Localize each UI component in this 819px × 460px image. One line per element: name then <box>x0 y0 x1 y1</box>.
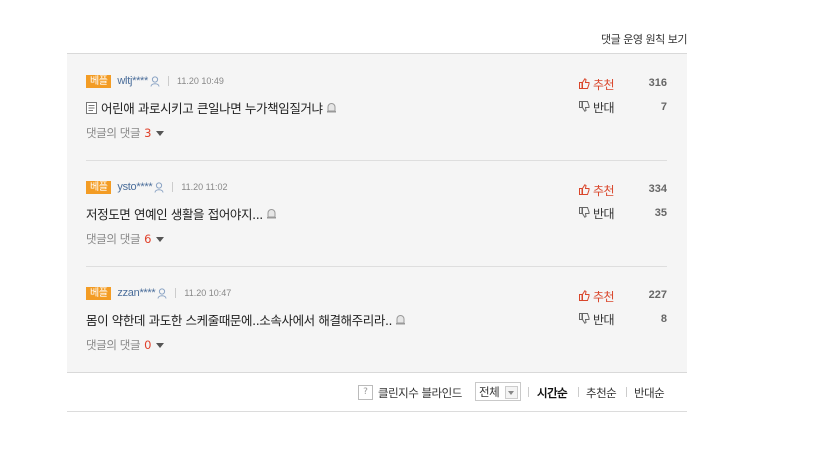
comment-time: 11.20 11:02 <box>181 182 228 192</box>
document-icon <box>86 101 97 114</box>
comment-item: 베플 wltj**** 11.20 10:49 어린애 과로시키고 큰일나면 누… <box>86 54 667 160</box>
thumbs-up-icon <box>579 183 590 198</box>
thumbs-down-icon <box>579 206 590 221</box>
oppose-button[interactable]: 반대 <box>579 99 615 116</box>
oppose-label: 반대 <box>593 313 615 327</box>
user-profile-icon[interactable] <box>150 72 160 91</box>
clean-blind-label: 클린지수 블라인드 <box>378 386 462 400</box>
recommend-count: 316 <box>648 77 667 89</box>
comment-text: 몸이 약한데 과도한 스케줄때문에..소속사에서 해결해주리라.. <box>86 313 393 328</box>
comment-toolbar: ? 클린지수 블라인드 전체 시간순 추천순 반대순 <box>67 377 687 412</box>
reply-count: 0 <box>144 338 152 352</box>
thumbs-down-icon <box>579 100 590 115</box>
username[interactable]: zzan**** <box>117 287 155 299</box>
reply-toggle[interactable]: 댓글의 댓글 3 <box>86 125 165 141</box>
report-icon[interactable] <box>395 314 406 325</box>
best-badge: 베플 <box>86 286 112 300</box>
comment-item: 베플 ysto**** 11.20 11:02 저정도면 연예인 생활을 접어야… <box>86 160 667 266</box>
user-profile-icon[interactable] <box>154 178 164 197</box>
report-icon[interactable] <box>266 208 277 219</box>
comment-time: 11.20 10:49 <box>177 76 224 86</box>
reply-label: 댓글의 댓글 <box>86 232 141 246</box>
recommend-label: 추천 <box>593 184 615 198</box>
thumbs-down-icon <box>579 312 590 327</box>
best-comments-box: 베플 wltj**** 11.20 10:49 어린애 과로시키고 큰일나면 누… <box>67 53 687 373</box>
best-badge: 베플 <box>86 180 112 194</box>
caret-down-icon <box>156 130 165 136</box>
report-icon[interactable] <box>326 102 337 113</box>
reply-label: 댓글의 댓글 <box>86 338 141 352</box>
caret-down-icon <box>156 342 165 348</box>
divider <box>175 288 177 298</box>
sort-by-oppose[interactable]: 반대순 <box>634 385 665 401</box>
recommend-button[interactable]: 추천 <box>579 182 615 199</box>
dropdown-arrow-icon <box>505 386 518 399</box>
blind-filter-value: 전체 <box>479 385 500 399</box>
recommend-label: 추천 <box>593 78 615 92</box>
username[interactable]: wltj**** <box>117 75 148 87</box>
thumbs-up-icon <box>579 289 590 304</box>
comment-item: 베플 zzan**** 11.20 10:47 몸이 약한데 과도한 스케줄때문… <box>86 266 667 372</box>
recommend-count: 227 <box>648 289 667 301</box>
recommend-label: 추천 <box>593 290 615 304</box>
reply-count: 3 <box>144 126 152 140</box>
recommend-count: 334 <box>648 183 667 195</box>
oppose-label: 반대 <box>593 207 615 221</box>
comment-text: 어린애 과로시키고 큰일나면 누가책임질거냐 <box>101 101 323 116</box>
comment-policy-link[interactable]: 댓글 운영 원칙 보기 <box>601 31 687 47</box>
sort-by-recommend[interactable]: 추천순 <box>586 385 617 401</box>
recommend-button[interactable]: 추천 <box>579 288 615 305</box>
divider <box>626 387 627 397</box>
comment-text: 저정도면 연예인 생활을 접어야지... <box>86 207 263 222</box>
thumbs-up-icon <box>579 77 590 92</box>
divider <box>168 76 170 86</box>
oppose-count: 8 <box>660 313 667 325</box>
oppose-count: 7 <box>660 101 667 113</box>
oppose-count: 35 <box>654 207 667 219</box>
divider <box>172 182 174 192</box>
user-profile-icon[interactable] <box>157 284 167 303</box>
divider <box>528 387 529 397</box>
oppose-button[interactable]: 반대 <box>579 205 615 222</box>
reply-toggle[interactable]: 댓글의 댓글 6 <box>86 231 165 247</box>
oppose-button[interactable]: 반대 <box>579 311 615 328</box>
sort-by-time[interactable]: 시간순 <box>537 385 568 401</box>
oppose-label: 반대 <box>593 101 615 115</box>
recommend-button[interactable]: 추천 <box>579 76 615 93</box>
help-icon[interactable]: ? <box>358 385 373 400</box>
divider <box>578 387 579 397</box>
comment-time: 11.20 10:47 <box>184 288 232 298</box>
reply-label: 댓글의 댓글 <box>86 126 141 140</box>
reply-toggle[interactable]: 댓글의 댓글 0 <box>86 337 165 353</box>
username[interactable]: ysto**** <box>117 181 152 193</box>
reply-count: 6 <box>144 232 152 246</box>
caret-down-icon <box>156 236 165 242</box>
best-badge: 베플 <box>86 74 112 88</box>
blind-filter-select[interactable]: 전체 <box>475 382 521 401</box>
